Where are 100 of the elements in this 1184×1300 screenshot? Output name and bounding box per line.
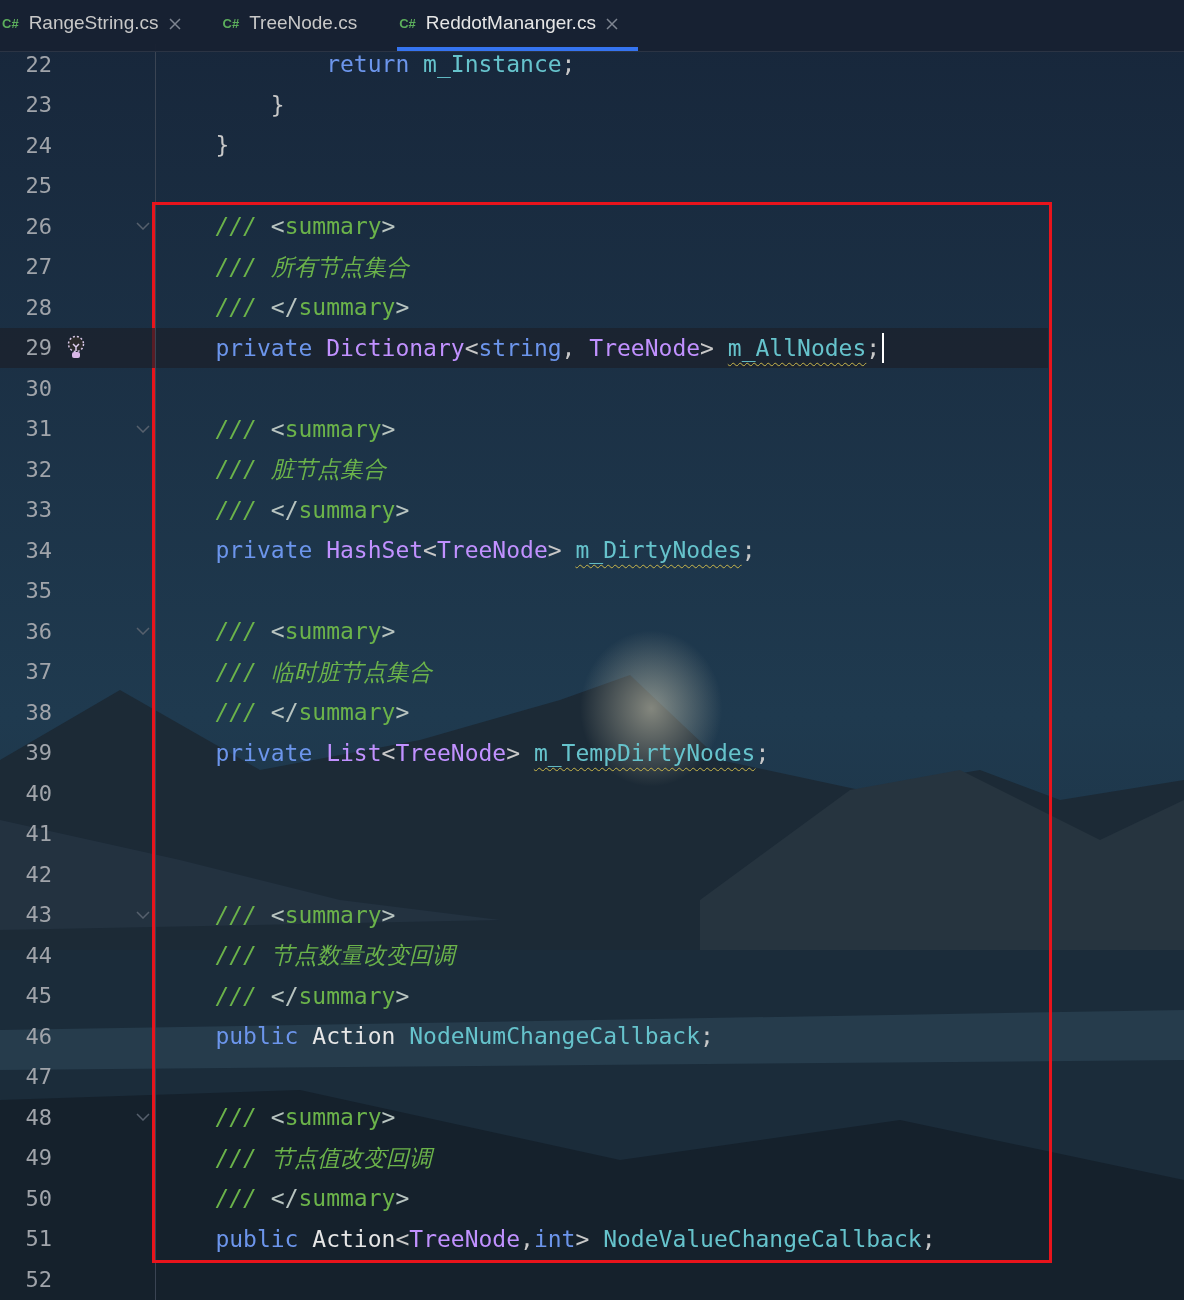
file-tab[interactable]: C# ReddotMananger.cs [397,0,638,51]
doc-tag-name: summary [284,212,382,241]
doc-tag-bracket: > [395,981,410,1011]
line-number: 48 [24,1103,52,1132]
field-name: NodeNumChangeCallback [409,1022,701,1051]
keyword: private [214,536,314,565]
fold-chevron-icon[interactable] [136,1113,150,1122]
doc-tag-bracket: </ [270,981,299,1011]
punctuation: ; [921,1224,936,1254]
field-name: m_TempDirtyNodes [533,738,756,769]
punctuation: < [381,738,396,768]
type-name: TreeNode [395,738,507,768]
punctuation: ; [755,738,770,768]
punctuation: ; [700,1022,714,1051]
punctuation: < [464,333,479,363]
line-number: 46 [24,1022,52,1051]
keyword: private [214,333,314,363]
line-number: 35 [24,577,52,606]
doc-tag-bracket: </ [270,495,299,525]
punctuation: > [547,536,563,565]
file-tab[interactable]: C# RangeString.cs [0,0,201,51]
doc-tag-bracket: < [270,414,285,444]
line-number: 25 [24,172,52,201]
type-name: HashSet [326,536,424,565]
line-number: 36 [24,617,52,646]
fold-chevron-icon[interactable] [136,222,150,231]
language-label: C# [399,14,416,33]
doc-tag-bracket: </ [270,698,299,727]
file-tab[interactable]: C# TreeNode.cs [220,0,378,51]
punctuation: > [506,738,522,768]
doc-comment: /// 临时脏节点集合 [214,657,432,687]
doc-tag-bracket: > [381,900,396,930]
type-name: Action [312,1224,396,1254]
line-number: 38 [24,698,52,727]
doc-tag-bracket: < [270,1103,285,1132]
type-name: TreeNode [409,1224,521,1254]
doc-tag-name: summary [284,900,382,930]
close-icon[interactable] [605,17,618,30]
language-label: C# [222,14,240,33]
punctuation: > [700,333,715,363]
type-name: Dictionary [326,333,465,363]
punctuation: , [520,1224,534,1254]
line-number: 30 [24,374,52,403]
fold-chevron-icon[interactable] [136,424,150,433]
line-number: 23 [24,91,52,120]
doc-tag-bracket: > [381,617,396,646]
line-number: 40 [24,779,52,808]
doc-comment: /// [214,293,258,322]
doc-tag-name: summary [298,495,396,525]
punctuation: } [269,90,285,120]
doc-tag-bracket: > [381,1103,396,1132]
doc-comment: /// [214,698,258,727]
type-name: List [326,738,382,768]
doc-tag-bracket: < [270,212,285,241]
doc-tag-bracket: < [270,617,285,646]
line-number: 31 [24,415,52,444]
doc-comment: /// [214,900,258,930]
doc-tag-name: summary [298,293,396,322]
line-number: 43 [24,901,52,930]
punctuation: ; [866,333,881,363]
doc-comment: /// [214,414,258,444]
keyword: string [478,333,562,363]
close-icon[interactable] [168,17,181,30]
field-name: m_AllNodes [727,333,867,364]
keyword: return [325,50,411,79]
doc-comment: /// [214,1184,258,1213]
line-number: 29 [24,334,52,363]
line-number: 37 [24,658,52,687]
line-number: 45 [24,982,52,1011]
doc-tag-name: summary [298,981,396,1011]
punctuation: , [561,333,577,363]
doc-tag-name: summary [284,414,382,444]
doc-tag-bracket: < [270,900,285,930]
line-number: 24 [24,131,52,160]
doc-comment: /// [214,212,258,241]
line-number: 44 [24,941,52,970]
field-name: m_DirtyNodes [575,536,742,566]
line-number: 33 [24,496,52,525]
line-number: 27 [24,253,52,282]
tab-label: ReddotMananger.cs [425,11,596,36]
tab-label: RangeString.cs [28,11,159,36]
punctuation: > [575,1224,591,1254]
doc-tag-bracket: > [381,414,396,444]
doc-tag-bracket: </ [270,293,299,322]
doc-comment: /// 所有节点集合 [214,252,409,282]
line-number: 42 [24,860,52,889]
type-name: TreeNode [436,536,548,565]
line-number: 41 [24,820,52,849]
doc-tag-bracket: > [395,293,410,322]
line-number: 22 [24,50,52,79]
doc-tag-name: summary [284,1103,382,1132]
line-number: 34 [24,536,52,565]
fold-chevron-icon[interactable] [136,910,150,919]
doc-tag-bracket: > [395,1184,410,1213]
doc-tag-name: summary [298,698,396,727]
fold-chevron-icon[interactable] [136,627,150,636]
doc-tag-bracket: > [381,212,396,241]
lightbulb-icon[interactable] [66,334,86,361]
line-number: 26 [24,212,52,241]
punctuation: ; [561,50,576,79]
